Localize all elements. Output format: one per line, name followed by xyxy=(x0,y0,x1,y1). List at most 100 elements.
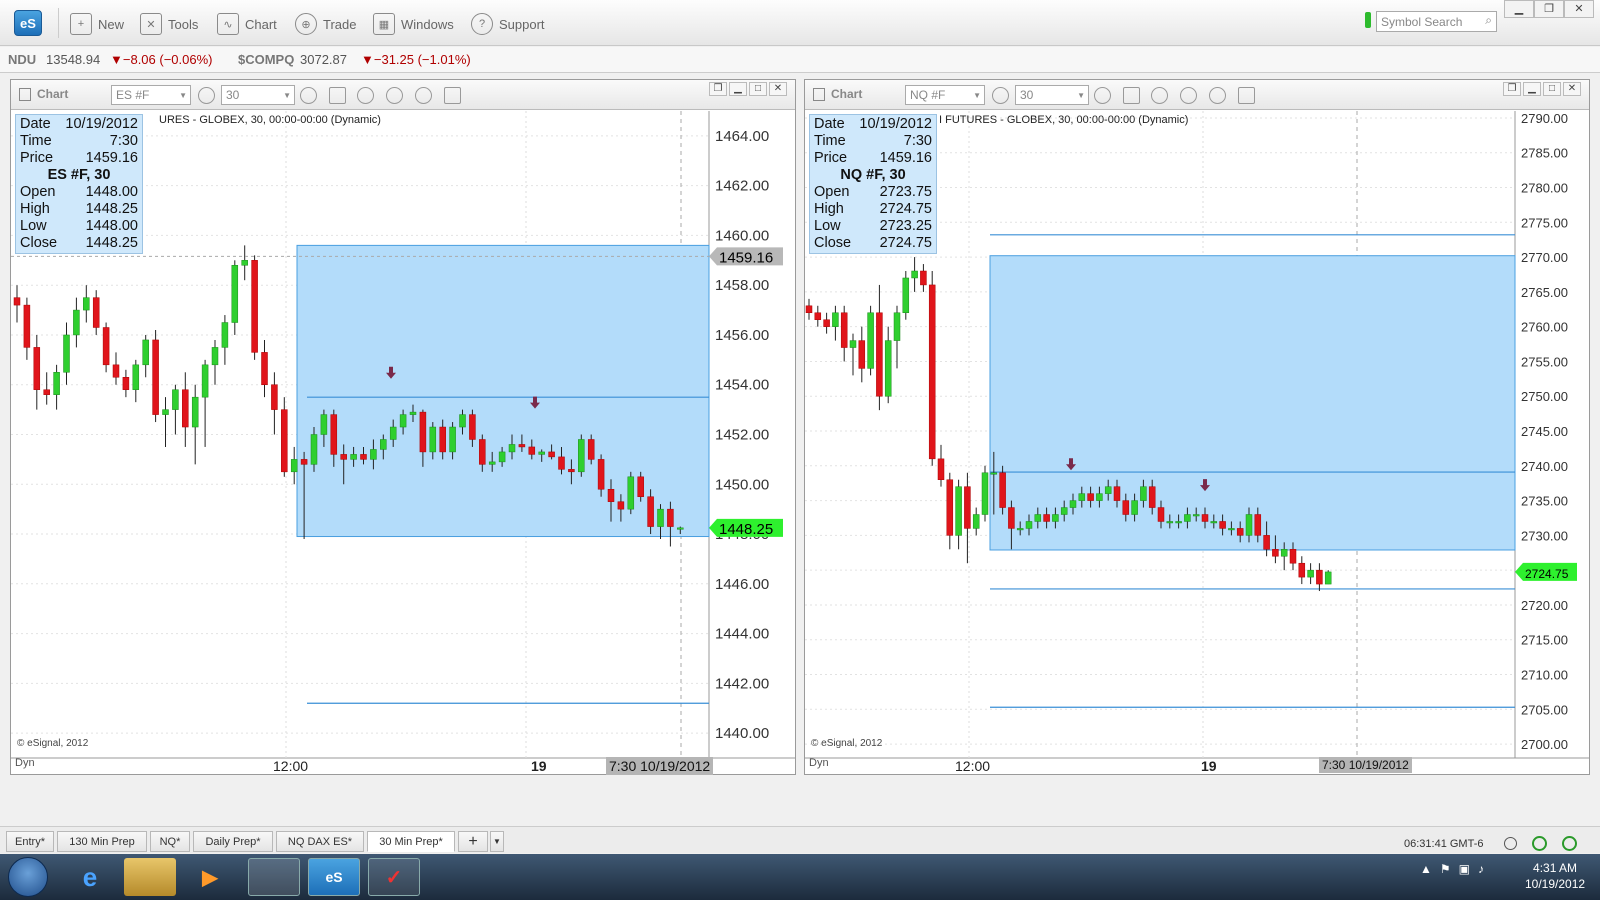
alert-icon[interactable] xyxy=(415,87,432,104)
dynamic-toggle[interactable]: Dyn xyxy=(15,757,35,769)
interval-select[interactable]: 30 ▼ xyxy=(1015,85,1089,105)
candle-body xyxy=(981,472,989,515)
ticker-change: ▼−31.25 (−1.01%) xyxy=(361,52,471,67)
candle-body xyxy=(677,527,684,530)
windows-button[interactable]: ▦ Windows xyxy=(373,12,454,36)
link-icon[interactable] xyxy=(444,87,461,104)
restore-icon[interactable]: ❐ xyxy=(1503,82,1521,96)
study-icon[interactable] xyxy=(1151,87,1168,104)
minimize-icon[interactable]: ▁ xyxy=(1504,0,1534,18)
maximize-icon[interactable]: □ xyxy=(1543,82,1561,96)
interval-select[interactable]: 30 ▼ xyxy=(221,85,295,105)
pencil-icon[interactable] xyxy=(329,87,346,104)
candle-body xyxy=(1166,521,1174,524)
candle-body xyxy=(290,459,298,473)
candle-body xyxy=(884,340,892,397)
windows-start-icon[interactable] xyxy=(8,857,48,897)
symbol-search-input[interactable]: Symbol Search ⌕ xyxy=(1376,11,1497,32)
chart-window-icon xyxy=(813,87,825,101)
symbol-select[interactable]: ES #F ▼ xyxy=(111,85,191,105)
close-icon[interactable]: ✕ xyxy=(1563,82,1581,96)
y-tick-label: 1442.00 xyxy=(715,675,769,692)
minimize-icon[interactable]: ▁ xyxy=(1523,82,1541,96)
tab-130-min-prep[interactable]: 130 Min Prep xyxy=(57,831,147,852)
minimize-icon[interactable]: ▁ xyxy=(729,82,747,96)
price-zone xyxy=(989,255,1516,551)
restore-icon[interactable]: ❐ xyxy=(1534,0,1564,18)
maximize-icon[interactable]: □ xyxy=(749,82,767,96)
settings-icon[interactable] xyxy=(198,87,215,104)
volume-icon[interactable]: ♪ xyxy=(1478,862,1484,876)
symbol-select[interactable]: NQ #F ▼ xyxy=(905,85,985,105)
esignal-taskbar-icon[interactable]: eS xyxy=(308,858,360,896)
ticker-symbol[interactable]: $COMPQ xyxy=(238,52,294,67)
flag-icon[interactable]: ⚑ xyxy=(1440,862,1451,876)
candle-body xyxy=(231,265,239,323)
study-icon[interactable] xyxy=(357,87,374,104)
candle-body xyxy=(1052,514,1059,522)
tools-button[interactable]: ✕ Tools xyxy=(140,12,198,36)
candle-body xyxy=(271,384,278,410)
data-window: Date 10/19/2012 Time 7:30 Price 1459.16 NQ … xyxy=(809,114,937,254)
candle-body xyxy=(498,451,506,463)
tab-nq-dax-es[interactable]: NQ DAX ES* xyxy=(276,831,364,852)
network-icon[interactable]: ▣ xyxy=(1459,862,1470,876)
y-tick-label: 2745.00 xyxy=(1521,424,1568,439)
tab-30-min-prep[interactable]: 30 Min Prep* xyxy=(367,831,455,852)
new-button[interactable]: + New xyxy=(70,12,124,36)
tray-expand-icon[interactable]: ▲ xyxy=(1420,862,1432,876)
search-icon[interactable]: ⌕ xyxy=(1485,13,1492,28)
app-taskbar-icon[interactable]: ✓ xyxy=(368,858,420,896)
help-icon: ? xyxy=(471,13,493,35)
clock-icon[interactable] xyxy=(1504,837,1517,850)
internet-explorer-icon[interactable]: e xyxy=(64,858,116,896)
candle-body xyxy=(152,339,159,415)
pencil-icon[interactable] xyxy=(1123,87,1140,104)
ticker-symbol[interactable]: NDU xyxy=(8,52,36,67)
dynamic-toggle[interactable]: Dyn xyxy=(809,757,829,769)
candle-body xyxy=(1008,507,1015,529)
chevron-down-icon: ▼ xyxy=(179,91,187,100)
candle-body xyxy=(1254,514,1262,536)
candle-body xyxy=(33,347,41,390)
candle-body xyxy=(849,340,857,348)
media-player-icon[interactable]: ▶ xyxy=(184,858,236,896)
candle-body xyxy=(832,312,839,327)
candle-body xyxy=(182,389,189,428)
clock-icon[interactable] xyxy=(1094,87,1111,104)
y-tick-label: 2740.00 xyxy=(1521,459,1568,474)
power-icon[interactable] xyxy=(1562,836,1577,851)
alert-icon[interactable] xyxy=(1209,87,1226,104)
remote-desktop-icon[interactable] xyxy=(248,858,300,896)
y-tick-label: 2735.00 xyxy=(1521,494,1568,509)
trade-button[interactable]: ⊕ Trade xyxy=(295,12,356,36)
data-window: Date 10/19/2012 Time 7:30 Price 1459.16 ES … xyxy=(15,114,143,254)
app-logo[interactable]: eS xyxy=(14,10,42,36)
candle-body xyxy=(607,488,615,502)
candle-body xyxy=(937,458,945,480)
candle-body xyxy=(1210,521,1218,524)
support-button[interactable]: ? Support xyxy=(471,12,545,36)
play-icon[interactable] xyxy=(1180,87,1197,104)
chart-button[interactable]: ∿ Chart xyxy=(217,12,277,36)
add-tab-button[interactable]: + xyxy=(458,831,488,852)
refresh-icon[interactable] xyxy=(1532,836,1547,851)
close-icon[interactable]: ✕ xyxy=(769,82,787,96)
tab-nq[interactable]: NQ* xyxy=(150,831,190,852)
tab-menu-chevron-icon[interactable]: ▼ xyxy=(490,831,504,852)
y-tick-label: 2720.00 xyxy=(1521,598,1568,613)
y-tick-label: 2780.00 xyxy=(1521,181,1568,196)
clock-icon[interactable] xyxy=(300,87,317,104)
tab-daily-prep[interactable]: Daily Prep* xyxy=(193,831,273,852)
file-explorer-icon[interactable] xyxy=(124,858,176,896)
tab-entry[interactable]: Entry* xyxy=(6,831,54,852)
close-icon[interactable]: ✕ xyxy=(1564,0,1594,18)
settings-icon[interactable] xyxy=(992,87,1009,104)
link-icon[interactable] xyxy=(1238,87,1255,104)
system-tray: ▲ ⚑ ▣ ♪ xyxy=(1420,862,1484,876)
system-clock[interactable]: 4:31 AM 10/19/2012 xyxy=(1525,860,1585,892)
candle-body xyxy=(53,372,60,395)
y-tick-label: 2730.00 xyxy=(1521,528,1568,543)
restore-icon[interactable]: ❐ xyxy=(709,82,727,96)
play-icon[interactable] xyxy=(386,87,403,104)
